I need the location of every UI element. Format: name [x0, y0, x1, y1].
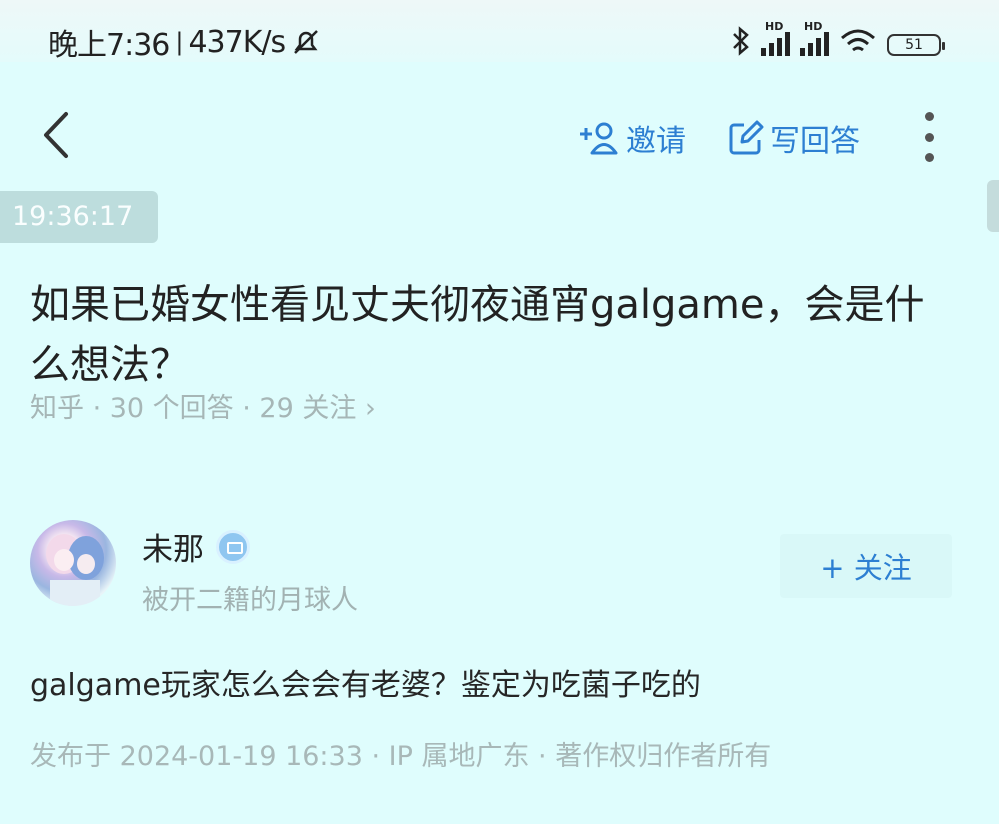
top-nav-bar: 邀请 写回答	[0, 90, 999, 180]
write-answer-button[interactable]: 写回答	[728, 116, 860, 160]
signal-strength-icon-2: HD	[800, 20, 829, 56]
invite-button[interactable]: 邀请	[578, 116, 686, 160]
signal-hd-tag-2: HD	[804, 20, 823, 33]
author-name-text: 未那	[142, 532, 204, 568]
more-dot-icon	[924, 112, 934, 121]
status-bar: 晚上7:36 | 437K/s HD HD 51	[0, 0, 999, 64]
add-user-icon	[580, 122, 618, 155]
question-meta[interactable]: 知乎 · 30 个回答 · 29 关注 ›	[30, 386, 376, 425]
answer-footer: 发布于 2024-01-19 16:33 · IP 属地广东 · 著作权归作者所…	[30, 741, 772, 772]
scroll-handle[interactable]	[987, 180, 999, 232]
status-right: HD HD 51	[731, 20, 945, 56]
more-dot-icon	[924, 153, 934, 162]
battery-icon: 51	[887, 34, 945, 56]
signal-strength-icon: HD	[761, 20, 790, 56]
answer-content[interactable]: galgame玩家怎么会会有老婆？鉴定为吃菌子吃的	[30, 660, 701, 704]
status-left: 晚上7:36 | 437K/s	[48, 20, 321, 64]
back-button[interactable]	[36, 108, 80, 162]
more-options-button[interactable]	[912, 112, 946, 162]
alarm-off-icon	[294, 30, 319, 54]
question-title[interactable]: 如果已婚女性看见丈夫彻夜通宵galgame，会是什么想法？	[30, 275, 960, 395]
status-time: 晚上7:36	[48, 28, 170, 63]
status-divider: |	[175, 28, 183, 56]
timestamp-overlay: 19:36:17	[0, 191, 158, 243]
author-bio: 被开二籍的月球人	[142, 585, 358, 616]
write-answer-label: 写回答	[770, 124, 860, 159]
net-speed: 437K/s	[188, 24, 286, 60]
more-dot-icon	[924, 132, 934, 142]
signal-hd-tag: HD	[765, 20, 784, 33]
bluetooth-icon	[733, 26, 749, 56]
author-name[interactable]: 未那	[142, 524, 250, 569]
edit-icon	[729, 120, 764, 155]
invite-label: 邀请	[626, 124, 686, 159]
chevron-left-icon	[44, 112, 68, 158]
avatar-image	[46, 534, 104, 606]
verified-badge-icon	[216, 529, 250, 564]
wifi-icon	[841, 29, 875, 52]
author-avatar[interactable]	[30, 520, 116, 606]
follow-button[interactable]: + 关注	[780, 534, 952, 598]
